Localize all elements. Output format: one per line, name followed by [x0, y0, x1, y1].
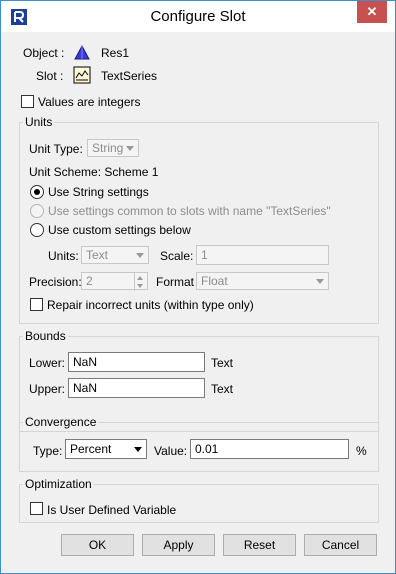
values-integers-checkbox[interactable]	[21, 95, 34, 108]
upper-unit: Text	[211, 382, 234, 396]
lower-label: Lower:	[29, 356, 66, 370]
units-label: Units:	[48, 249, 79, 263]
spin-up-icon[interactable]	[137, 276, 143, 280]
dialog-content: Object : Res1 Slot : TextSeries Values a…	[1, 32, 395, 573]
chevron-down-icon	[134, 447, 142, 452]
reservoir-triangle-icon	[74, 44, 90, 60]
format-label: Format	[156, 275, 195, 289]
reset-button[interactable]: Reset	[223, 534, 296, 556]
convergence-type-value: Percent	[70, 442, 112, 456]
chevron-down-icon	[136, 253, 144, 258]
use-common-settings-radio[interactable]	[30, 204, 44, 218]
format-combo[interactable]: Float	[196, 272, 329, 290]
cancel-button[interactable]: Cancel	[304, 534, 377, 556]
repair-units-label: Repair incorrect units (within type only…	[47, 298, 254, 312]
ok-button[interactable]: OK	[61, 534, 134, 556]
precision-label: Precision:	[29, 275, 82, 289]
unit-type-combo[interactable]: String	[87, 139, 139, 157]
units-combo[interactable]: Text	[81, 246, 149, 264]
unit-type-value: String	[92, 141, 124, 155]
values-integers-label: Values are integers	[38, 95, 141, 109]
use-custom-settings-label: Use custom settings below	[48, 223, 191, 237]
title-bar[interactable]: Configure Slot ✕	[1, 1, 395, 32]
unit-type-label: Unit Type:	[29, 142, 83, 156]
user-defined-variable-label: Is User Defined Variable	[47, 503, 177, 517]
apply-button[interactable]: Apply	[142, 534, 215, 556]
format-value: Float	[201, 274, 228, 288]
series-slot-icon	[73, 66, 91, 84]
convergence-type-combo[interactable]: Percent	[65, 439, 147, 459]
scale-input[interactable]: 1	[196, 245, 329, 265]
upper-label: Upper:	[29, 382, 66, 396]
bounds-group-title: Bounds	[23, 329, 68, 343]
convergence-value-input[interactable]: 0.01	[190, 439, 349, 459]
convergence-group-title: Convergence	[23, 415, 99, 429]
object-label: Object :	[23, 46, 65, 60]
convergence-value-label: Value:	[154, 444, 188, 458]
use-string-settings-radio[interactable]	[30, 185, 44, 199]
upper-bound-input[interactable]: NaN	[68, 378, 205, 398]
units-value: Text	[86, 248, 109, 262]
slot-label: Slot :	[36, 69, 64, 83]
chevron-down-icon	[316, 279, 324, 284]
close-button[interactable]: ✕	[357, 1, 387, 23]
units-group-title: Units	[23, 115, 55, 129]
slot-value: TextSeries	[101, 69, 158, 83]
convergence-unit: %	[356, 444, 367, 458]
window-title: Configure Slot	[150, 8, 246, 25]
use-custom-settings-radio[interactable]	[30, 223, 44, 237]
unit-scheme-label: Unit Scheme: Scheme 1	[29, 165, 159, 179]
chevron-down-icon	[126, 146, 134, 151]
precision-value: 2	[86, 274, 93, 288]
convergence-type-label: Type:	[33, 444, 63, 458]
optimization-group-title: Optimization	[23, 477, 94, 491]
use-string-settings-label: Use String settings	[48, 185, 149, 199]
scale-label: Scale:	[160, 249, 194, 263]
spinner-buttons[interactable]	[134, 273, 147, 291]
lower-unit: Text	[211, 356, 234, 370]
configure-slot-window: Configure Slot ✕ Object : Res1 Slot : Te…	[0, 0, 396, 574]
use-common-settings-label: Use settings common to slots with name "…	[48, 204, 331, 218]
user-defined-variable-checkbox[interactable]	[30, 502, 43, 515]
repair-units-checkbox[interactable]	[30, 298, 43, 311]
object-value: Res1	[101, 46, 130, 60]
lower-bound-input[interactable]: NaN	[68, 352, 205, 372]
precision-spinner[interactable]: 2	[81, 272, 148, 291]
spin-down-icon[interactable]	[137, 284, 143, 288]
